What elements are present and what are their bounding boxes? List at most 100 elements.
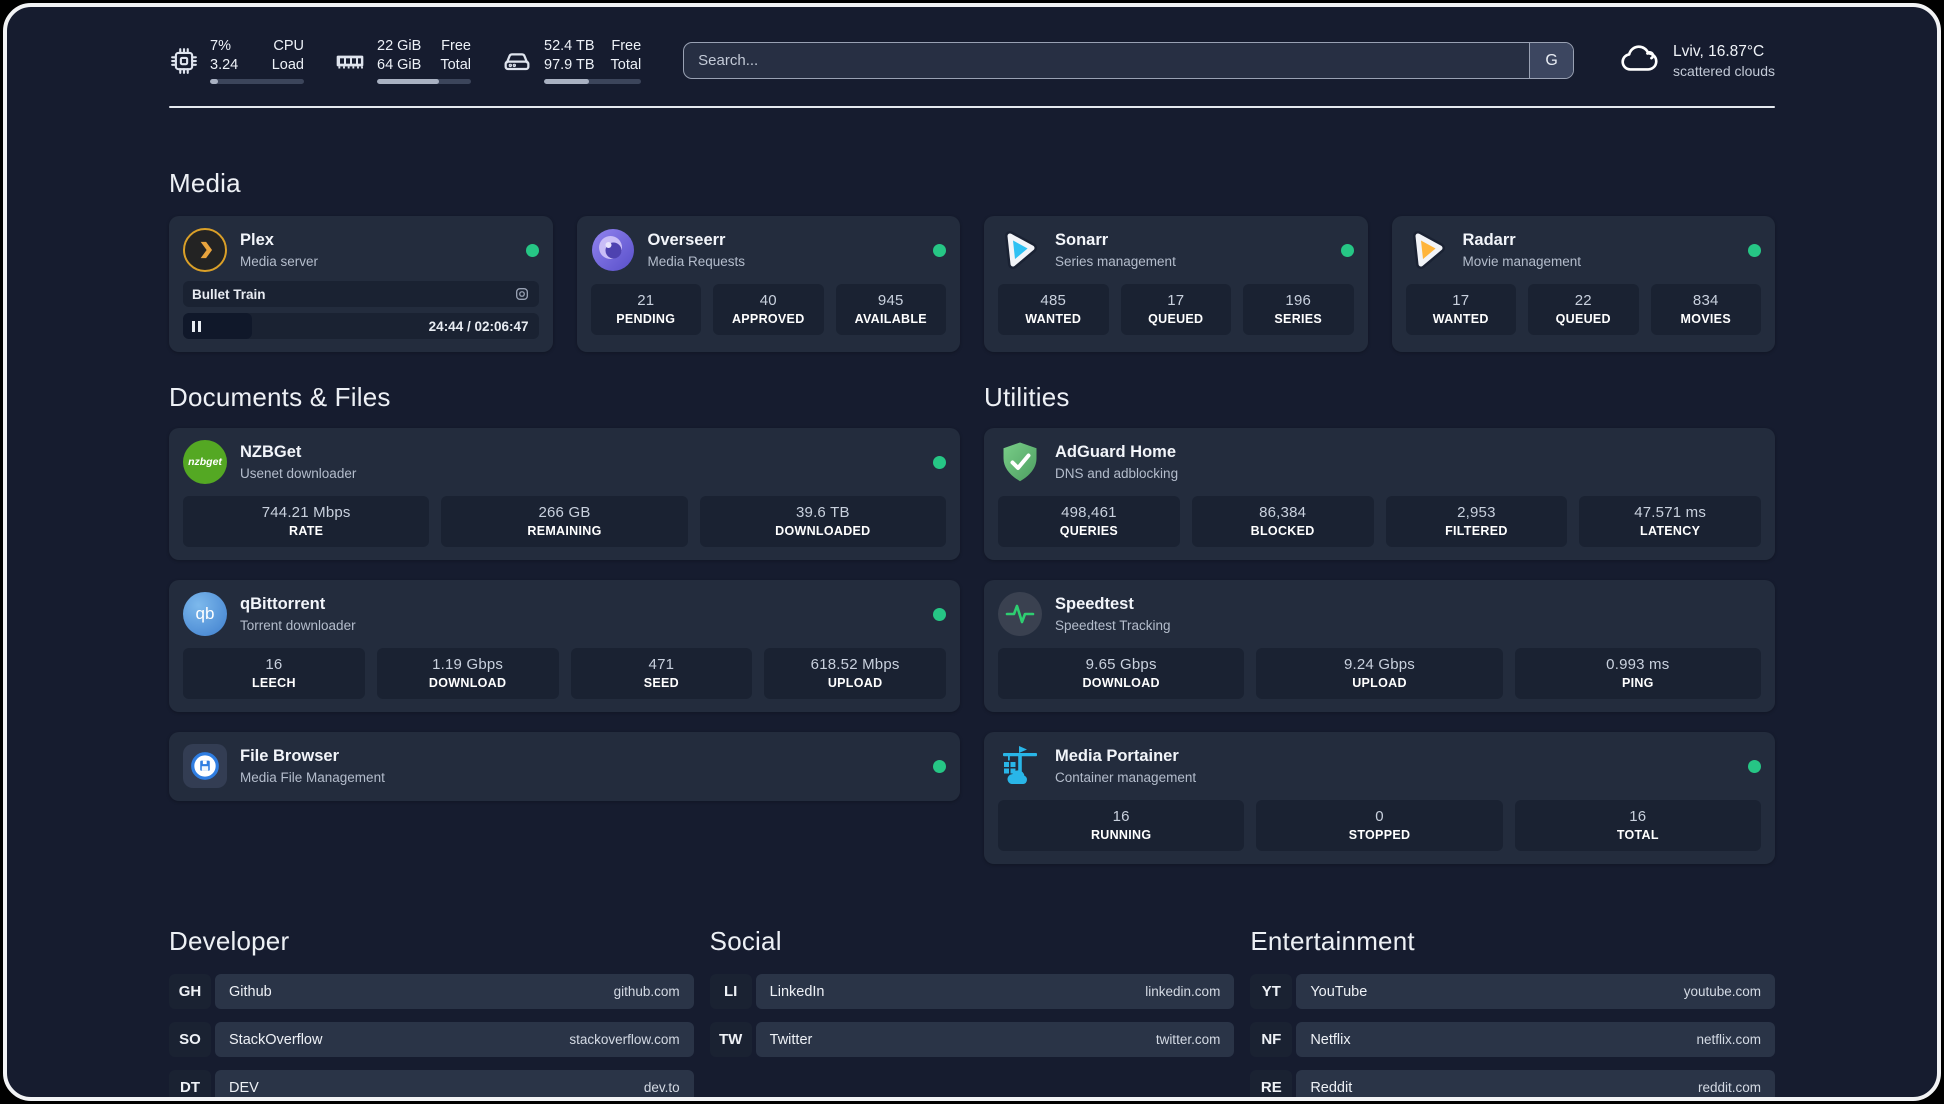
camera-icon [514, 286, 530, 302]
status-dot [1748, 243, 1761, 257]
app-card-filebrowser[interactable]: File Browser Media File Management [169, 732, 960, 802]
bookmark-abbr: GH [169, 974, 211, 1010]
storage-free-value: 52.4 TB [544, 38, 595, 54]
app-card-radarr[interactable]: Radarr Movie management 17 WANTED 22 QUE… [1391, 216, 1775, 353]
memory-total-label: Total [440, 56, 471, 73]
weather-condition: scattered clouds [1673, 63, 1775, 79]
bookmark-abbr: TW [709, 1022, 752, 1058]
status-dot [1748, 759, 1761, 773]
section-title-social: Social [709, 926, 782, 957]
storage-free-label: Free [611, 38, 642, 54]
now-playing: Bullet Train 24:44 / 02:06:47 [183, 281, 539, 340]
weather-widget: Lviv, 16.87°C scattered clouds [1618, 37, 1775, 84]
stat-queries: 498,461 QUERIES [998, 496, 1180, 548]
stat-approved: 40 APPROVED [713, 284, 824, 336]
bookmark-linkedin[interactable]: LI LinkedIn linkedin.com [709, 974, 1235, 1010]
disk-icon [501, 45, 533, 77]
overseerr-icon [591, 228, 635, 272]
sonarr-icon [998, 228, 1042, 272]
app-name: Plex [240, 231, 274, 250]
bookmark-netflix[interactable]: NF Netflix netflix.com [1250, 1022, 1775, 1058]
stat-movies: 834 MOVIES [1650, 284, 1761, 336]
memory-progress-bar [377, 79, 471, 85]
adguard-icon [998, 440, 1042, 484]
bookmark-github[interactable]: GH Github github.com [169, 974, 694, 1010]
stat-blocked: 86,384 BLOCKED [1191, 496, 1374, 548]
filebrowser-icon [183, 744, 227, 789]
memory-free-label: Free [441, 38, 471, 54]
bookmark-youtube[interactable]: YT YouTube youtube.com [1250, 974, 1775, 1010]
memory-progress-fill [377, 79, 440, 85]
app-card-sonarr[interactable]: Sonarr Series management 485 WANTED 17 Q… [984, 216, 1368, 353]
bookmark-stackoverflow[interactable]: SO StackOverflow stackoverflow.com [169, 1022, 694, 1058]
status-dot [933, 759, 946, 773]
bookmark-dev[interactable]: DT DEV dev.to [169, 1070, 694, 1097]
radarr-icon [1406, 228, 1450, 272]
header-divider [169, 106, 1775, 109]
plex-icon [183, 228, 227, 273]
bookmark-reddit[interactable]: RE Reddit reddit.com [1250, 1070, 1775, 1097]
playback-time: 24:44 / 02:06:47 [428, 318, 529, 334]
status-dot [933, 455, 946, 469]
stat-upload: 9.24 Gbps UPLOAD [1256, 648, 1503, 700]
app-subtitle: DNS and adblocking [1055, 465, 1179, 481]
storage-total-value: 97.9 TB [544, 56, 595, 73]
app-card-speedtest[interactable]: Speedtest Speedtest Tracking 9.65 Gbps D… [984, 580, 1775, 713]
status-dot [525, 243, 539, 257]
app-name: NZBGet [240, 443, 302, 462]
stat-ping: 0.993 ms PING [1514, 648, 1761, 700]
search-engine-button[interactable]: G [1529, 43, 1574, 79]
search-bar: G [683, 42, 1575, 80]
app-subtitle: Speedtest Tracking [1055, 617, 1171, 633]
stat-latency: 47.571 ms LATENCY [1579, 496, 1761, 548]
stat-queued: 22 QUEUED [1528, 284, 1639, 336]
storage-stat: 52.4 TB 97.9 TB Free Total [501, 37, 642, 85]
app-card-adguard[interactable]: AdGuard Home DNS and adblocking 498,461 … [984, 428, 1775, 561]
bookmark-abbr: DT [169, 1070, 211, 1097]
stat-wanted: 17 WANTED [1405, 284, 1516, 336]
weather-location: Lviv, 16.87°C [1673, 43, 1765, 61]
section-title-utilities: Utilities [984, 382, 1070, 413]
search-input[interactable] [684, 43, 1530, 79]
cpu-label: CPU [273, 38, 304, 54]
cloud-icon [1618, 37, 1660, 84]
storage-progress-fill [544, 79, 589, 85]
stat-total: 16 TOTAL [1514, 800, 1761, 852]
app-card-plex[interactable]: Plex Media server Bullet Train 24:44 / 0… [169, 216, 553, 353]
dashboard: 7% 3.24 CPU Load 22 GiB 64 GiB Free Tota… [3, 3, 1941, 1101]
speedtest-icon [998, 592, 1042, 637]
section-documents: Documents & Files nzbget NZBGet Usenet d… [169, 382, 960, 802]
app-name: Media Portainer [1055, 747, 1179, 766]
system-stats: 7% 3.24 CPU Load 22 GiB 64 GiB Free Tota… [169, 37, 642, 85]
app-name: Sonarr [1055, 231, 1109, 250]
app-card-portainer[interactable]: Media Portainer Container management 16 … [984, 732, 1775, 865]
section-title-entertainment: Entertainment [1250, 926, 1415, 957]
app-subtitle: Torrent downloader [240, 617, 356, 633]
cpu-load-value: 3.24 [210, 56, 239, 73]
memory-stat: 22 GiB 64 GiB Free Total [334, 37, 471, 85]
bookmark-twitter[interactable]: TW Twitter twitter.com [709, 1022, 1235, 1058]
stat-stopped: 0 STOPPED [1256, 800, 1503, 852]
bookmark-abbr: NF [1250, 1022, 1293, 1058]
cpu-usage: 7% [210, 38, 231, 54]
stat-remaining: 266 GB REMAINING [441, 496, 688, 548]
stat-pending: 21 PENDING [590, 284, 701, 336]
app-subtitle: Media File Management [240, 769, 385, 785]
qbittorrent-icon: qb [183, 592, 227, 637]
now-playing-title: Bullet Train [192, 286, 266, 302]
app-card-overseerr[interactable]: Overseerr Media Requests 21 PENDING 40 A… [576, 216, 960, 353]
memory-total-value: 64 GiB [377, 56, 422, 73]
ram-icon [334, 45, 366, 77]
app-subtitle: Container management [1055, 769, 1197, 785]
app-subtitle: Media server [240, 253, 319, 269]
app-name: File Browser [240, 747, 340, 766]
bookmark-abbr: RE [1250, 1070, 1293, 1097]
stat-downloaded: 39.6 TB DOWNLOADED [699, 496, 946, 548]
app-card-qbittorrent[interactable]: qb qBittorrent Torrent downloader 16 LEE… [169, 580, 960, 713]
status-dot [1340, 243, 1354, 257]
app-name: AdGuard Home [1055, 443, 1177, 462]
app-card-nzbget[interactable]: nzbget NZBGet Usenet downloader 744.21 M… [169, 428, 960, 561]
section-title-documents: Documents & Files [169, 382, 391, 413]
app-subtitle: Series management [1055, 253, 1176, 269]
stat-leech: 16 LEECH [183, 648, 365, 700]
